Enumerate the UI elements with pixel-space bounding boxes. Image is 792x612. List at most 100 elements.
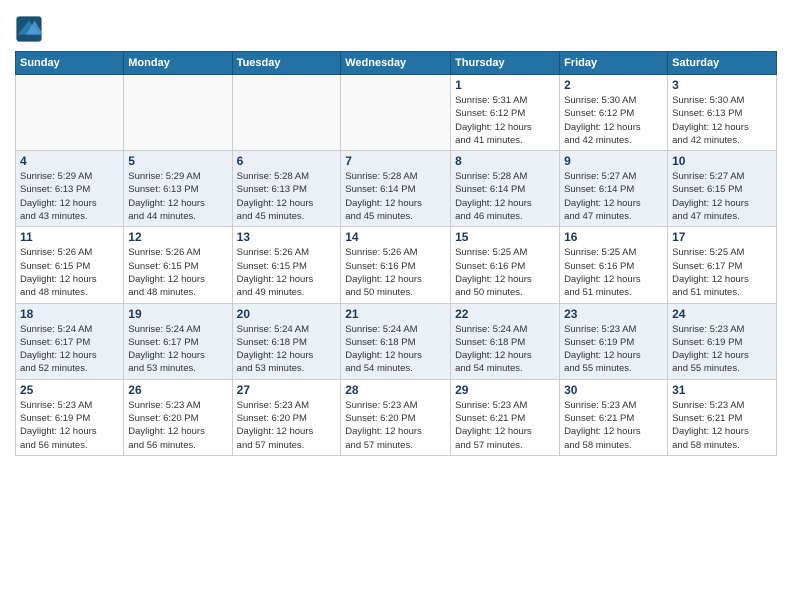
- day-number: 9: [564, 154, 663, 168]
- day-number: 26: [128, 383, 227, 397]
- calendar-cell: 2 Sunrise: 5:30 AM Sunset: 6:12 PM Daylig…: [560, 75, 668, 151]
- day-number: 14: [345, 230, 446, 244]
- calendar-table: SundayMondayTuesdayWednesdayThursdayFrid…: [15, 51, 777, 456]
- day-info: Sunrise: 5:26 AM Sunset: 6:15 PM Dayligh…: [237, 246, 337, 299]
- day-number: 22: [455, 307, 555, 321]
- day-number: 5: [128, 154, 227, 168]
- calendar-cell: 28 Sunrise: 5:23 AM Sunset: 6:20 PM Dayli…: [341, 379, 451, 455]
- day-info: Sunrise: 5:23 AM Sunset: 6:20 PM Dayligh…: [237, 399, 337, 452]
- calendar-cell: 1 Sunrise: 5:31 AM Sunset: 6:12 PM Daylig…: [451, 75, 560, 151]
- day-info: Sunrise: 5:30 AM Sunset: 6:12 PM Dayligh…: [564, 94, 663, 147]
- calendar-cell: 17Sunrise: 5:25 AM Sunset: 6:17 PM Dayli…: [668, 227, 777, 303]
- calendar-cell: 23Sunrise: 5:23 AM Sunset: 6:19 PM Dayli…: [560, 303, 668, 379]
- day-info: Sunrise: 5:29 AM Sunset: 6:13 PM Dayligh…: [128, 170, 227, 223]
- day-info: Sunrise: 5:25 AM Sunset: 6:16 PM Dayligh…: [455, 246, 555, 299]
- calendar-cell: 20 Sunrise: 5:24 AM Sunset: 6:18 PM Dayli…: [232, 303, 341, 379]
- day-number: 13: [237, 230, 337, 244]
- weekday-header-saturday: Saturday: [668, 52, 777, 75]
- day-number: 20: [237, 307, 337, 321]
- day-number: 29: [455, 383, 555, 397]
- calendar-cell: 26 Sunrise: 5:23 AM Sunset: 6:20 PM Dayli…: [124, 379, 232, 455]
- day-number: 25: [20, 383, 119, 397]
- calendar-header-row: SundayMondayTuesdayWednesdayThursdayFrid…: [16, 52, 777, 75]
- day-number: 7: [345, 154, 446, 168]
- weekday-header-friday: Friday: [560, 52, 668, 75]
- calendar-cell: 29 Sunrise: 5:23 AM Sunset: 6:21 PM Dayli…: [451, 379, 560, 455]
- day-number: 10: [672, 154, 772, 168]
- calendar-cell: 3 Sunrise: 5:30 AM Sunset: 6:13 PM Daylig…: [668, 75, 777, 151]
- day-number: 3: [672, 78, 772, 92]
- calendar-cell: 31Sunrise: 5:23 AM Sunset: 6:21 PM Dayli…: [668, 379, 777, 455]
- day-info: Sunrise: 5:23 AM Sunset: 6:19 PM Dayligh…: [672, 323, 772, 376]
- weekday-header-wednesday: Wednesday: [341, 52, 451, 75]
- calendar-week-4: 18 Sunrise: 5:24 AM Sunset: 6:17 PM Dayli…: [16, 303, 777, 379]
- day-info: Sunrise: 5:26 AM Sunset: 6:16 PM Dayligh…: [345, 246, 446, 299]
- calendar-cell: 30 Sunrise: 5:23 AM Sunset: 6:21 PM Dayli…: [560, 379, 668, 455]
- day-number: 27: [237, 383, 337, 397]
- day-info: Sunrise: 5:26 AM Sunset: 6:15 PM Dayligh…: [20, 246, 119, 299]
- day-number: 24: [672, 307, 772, 321]
- day-number: 1: [455, 78, 555, 92]
- day-number: 18: [20, 307, 119, 321]
- day-number: 6: [237, 154, 337, 168]
- day-number: 28: [345, 383, 446, 397]
- calendar-cell: 11Sunrise: 5:26 AM Sunset: 6:15 PM Dayli…: [16, 227, 124, 303]
- day-info: Sunrise: 5:24 AM Sunset: 6:18 PM Dayligh…: [345, 323, 446, 376]
- day-info: Sunrise: 5:24 AM Sunset: 6:18 PM Dayligh…: [455, 323, 555, 376]
- weekday-header-sunday: Sunday: [16, 52, 124, 75]
- day-info: Sunrise: 5:23 AM Sunset: 6:20 PM Dayligh…: [345, 399, 446, 452]
- calendar-cell: 12 Sunrise: 5:26 AM Sunset: 6:15 PM Dayli…: [124, 227, 232, 303]
- calendar-cell: 4 Sunrise: 5:29 AM Sunset: 6:13 PM Daylig…: [16, 151, 124, 227]
- calendar-cell: 18Sunrise: 5:24 AM Sunset: 6:17 PM Dayli…: [16, 303, 124, 379]
- calendar-cell: [232, 75, 341, 151]
- day-info: Sunrise: 5:30 AM Sunset: 6:13 PM Dayligh…: [672, 94, 772, 147]
- day-number: 15: [455, 230, 555, 244]
- calendar-cell: [16, 75, 124, 151]
- calendar-week-3: 11Sunrise: 5:26 AM Sunset: 6:15 PM Dayli…: [16, 227, 777, 303]
- day-info: Sunrise: 5:28 AM Sunset: 6:14 PM Dayligh…: [455, 170, 555, 223]
- calendar-cell: [341, 75, 451, 151]
- weekday-header-thursday: Thursday: [451, 52, 560, 75]
- calendar-week-5: 25 Sunrise: 5:23 AM Sunset: 6:19 PM Dayli…: [16, 379, 777, 455]
- day-info: Sunrise: 5:23 AM Sunset: 6:21 PM Dayligh…: [455, 399, 555, 452]
- day-info: Sunrise: 5:25 AM Sunset: 6:16 PM Dayligh…: [564, 246, 663, 299]
- day-info: Sunrise: 5:25 AM Sunset: 6:17 PM Dayligh…: [672, 246, 772, 299]
- calendar-cell: 10Sunrise: 5:27 AM Sunset: 6:15 PM Dayli…: [668, 151, 777, 227]
- calendar-cell: 14 Sunrise: 5:26 AM Sunset: 6:16 PM Dayli…: [341, 227, 451, 303]
- day-info: Sunrise: 5:28 AM Sunset: 6:13 PM Dayligh…: [237, 170, 337, 223]
- calendar-cell: 24 Sunrise: 5:23 AM Sunset: 6:19 PM Dayli…: [668, 303, 777, 379]
- day-info: Sunrise: 5:29 AM Sunset: 6:13 PM Dayligh…: [20, 170, 119, 223]
- calendar-cell: 9Sunrise: 5:27 AM Sunset: 6:14 PM Daylig…: [560, 151, 668, 227]
- day-info: Sunrise: 5:24 AM Sunset: 6:17 PM Dayligh…: [128, 323, 227, 376]
- calendar-week-2: 4 Sunrise: 5:29 AM Sunset: 6:13 PM Daylig…: [16, 151, 777, 227]
- calendar-cell: 27 Sunrise: 5:23 AM Sunset: 6:20 PM Dayli…: [232, 379, 341, 455]
- day-info: Sunrise: 5:31 AM Sunset: 6:12 PM Dayligh…: [455, 94, 555, 147]
- calendar-cell: 22 Sunrise: 5:24 AM Sunset: 6:18 PM Dayli…: [451, 303, 560, 379]
- calendar-cell: 8Sunrise: 5:28 AM Sunset: 6:14 PM Daylig…: [451, 151, 560, 227]
- day-number: 16: [564, 230, 663, 244]
- calendar-cell: 25 Sunrise: 5:23 AM Sunset: 6:19 PM Dayli…: [16, 379, 124, 455]
- day-number: 21: [345, 307, 446, 321]
- day-number: 30: [564, 383, 663, 397]
- day-number: 4: [20, 154, 119, 168]
- calendar-cell: 5 Sunrise: 5:29 AM Sunset: 6:13 PM Daylig…: [124, 151, 232, 227]
- calendar-cell: 16 Sunrise: 5:25 AM Sunset: 6:16 PM Dayli…: [560, 227, 668, 303]
- calendar-cell: 15 Sunrise: 5:25 AM Sunset: 6:16 PM Dayli…: [451, 227, 560, 303]
- logo-icon: [15, 15, 43, 43]
- calendar-cell: 21 Sunrise: 5:24 AM Sunset: 6:18 PM Dayli…: [341, 303, 451, 379]
- day-info: Sunrise: 5:23 AM Sunset: 6:19 PM Dayligh…: [20, 399, 119, 452]
- day-info: Sunrise: 5:26 AM Sunset: 6:15 PM Dayligh…: [128, 246, 227, 299]
- calendar-cell: 19Sunrise: 5:24 AM Sunset: 6:17 PM Dayli…: [124, 303, 232, 379]
- day-number: 2: [564, 78, 663, 92]
- day-number: 12: [128, 230, 227, 244]
- weekday-header-monday: Monday: [124, 52, 232, 75]
- logo: [15, 15, 47, 43]
- calendar-cell: 7Sunrise: 5:28 AM Sunset: 6:14 PM Daylig…: [341, 151, 451, 227]
- calendar-week-1: 1 Sunrise: 5:31 AM Sunset: 6:12 PM Daylig…: [16, 75, 777, 151]
- day-info: Sunrise: 5:24 AM Sunset: 6:18 PM Dayligh…: [237, 323, 337, 376]
- day-info: Sunrise: 5:23 AM Sunset: 6:21 PM Dayligh…: [564, 399, 663, 452]
- day-info: Sunrise: 5:23 AM Sunset: 6:20 PM Dayligh…: [128, 399, 227, 452]
- day-number: 23: [564, 307, 663, 321]
- calendar-cell: 6 Sunrise: 5:28 AM Sunset: 6:13 PM Daylig…: [232, 151, 341, 227]
- page-header: [15, 10, 777, 43]
